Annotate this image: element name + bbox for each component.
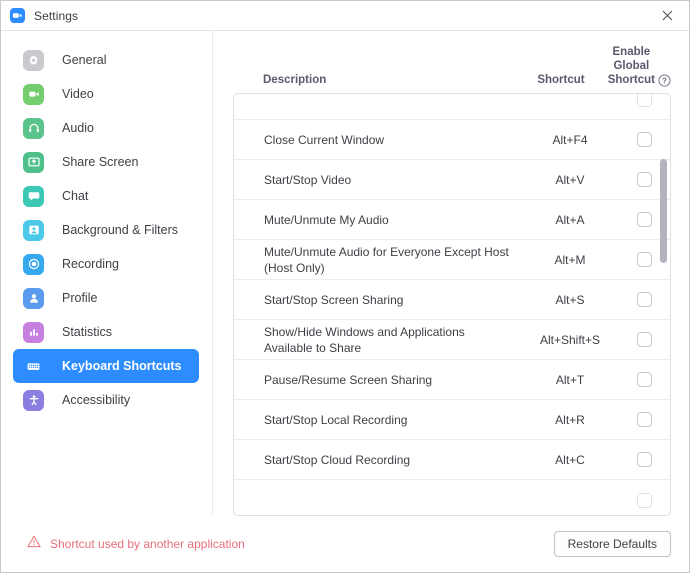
table-row[interactable]: Start/Stop Video Alt+V xyxy=(234,160,670,200)
help-circle-icon[interactable]: ? xyxy=(658,74,671,87)
table-row[interactable]: Mute/Unmute My Audio Alt+A xyxy=(234,200,670,240)
keyboard-icon xyxy=(23,356,44,377)
column-header-line-2: Global xyxy=(613,60,650,72)
sidebar-item-keyboard-shortcuts[interactable]: Keyboard Shortcuts xyxy=(13,349,199,383)
enable-global-shortcut-checkbox[interactable] xyxy=(636,492,652,508)
enable-global-shortcut-checkbox[interactable] xyxy=(636,252,652,267)
title-bar: Settings xyxy=(1,1,689,31)
shortcut-key: Alt+C xyxy=(555,452,585,467)
shortcut-key: Alt+A xyxy=(555,212,585,227)
sidebar-item-background-filters[interactable]: Background & Filters xyxy=(13,213,199,247)
person-frame-icon xyxy=(23,219,44,241)
person-icon xyxy=(23,287,44,309)
shortcut-description: Pause/Resume Screen Sharing xyxy=(264,372,433,387)
main-panel: Description Shortcut Enable Global Short… xyxy=(213,31,689,516)
chat-bubble-icon xyxy=(23,185,44,207)
shortcut-description: Start/Stop Local Recording xyxy=(264,412,408,427)
share-screen-icon xyxy=(23,151,44,173)
sidebar-item-accessibility[interactable]: Accessibility xyxy=(13,383,199,417)
bar-chart-icon xyxy=(23,321,44,343)
table-row[interactable]: Start/Stop Screen Sharing Alt+S xyxy=(234,280,670,320)
enable-global-shortcut-checkbox[interactable] xyxy=(636,292,652,307)
table-row[interactable]: Mute/Unmute Audio for Everyone Except Ho… xyxy=(234,240,670,280)
footer: Shortcut used by another application Res… xyxy=(1,516,689,572)
sidebar-item-label: Audio xyxy=(62,121,94,135)
sidebar-item-audio[interactable]: Audio xyxy=(13,111,199,145)
gear-icon xyxy=(23,49,44,71)
table-row[interactable]: Show/Hide Windows and Applications Avail… xyxy=(234,320,670,360)
column-header-enable-global-shortcut: Enable Global Shortcut ? xyxy=(608,45,671,87)
enable-global-shortcut-checkbox[interactable] xyxy=(636,172,652,187)
enable-global-shortcut-checkbox[interactable] xyxy=(636,212,652,227)
shortcut-description: Show/Hide Windows and Applications Avail… xyxy=(264,324,465,355)
warning-triangle-icon xyxy=(27,535,41,553)
sidebar-item-statistics[interactable]: Statistics xyxy=(13,315,199,349)
enable-global-shortcut-checkbox[interactable] xyxy=(636,412,652,427)
shortcut-key: Alt+Shift+S xyxy=(539,332,601,347)
table-row[interactable] xyxy=(234,94,670,120)
sidebar-item-recording[interactable]: Recording xyxy=(13,247,199,281)
sidebar-item-label: Chat xyxy=(62,189,89,203)
sidebar: General Video Audio Share Screen Chat Backgro… xyxy=(1,31,213,516)
sidebar-item-label: Recording xyxy=(62,257,119,271)
column-header-description: Description xyxy=(263,74,327,86)
table-row[interactable] xyxy=(234,480,670,515)
accessibility-icon xyxy=(23,389,44,411)
enable-global-shortcut-checkbox[interactable] xyxy=(636,372,652,387)
enable-global-shortcut-checkbox[interactable] xyxy=(636,94,652,107)
shortcut-description: Start/Stop Video xyxy=(264,172,352,187)
column-header-shortcut: Shortcut xyxy=(537,74,585,86)
close-icon[interactable] xyxy=(645,1,689,30)
restore-defaults-button[interactable]: Restore Defaults xyxy=(553,531,671,557)
shortcut-key: Alt+R xyxy=(555,412,585,427)
shortcuts-table: Close Current Window Alt+F4 Start/Stop Vid… xyxy=(233,93,671,516)
column-header-line-1: Enable xyxy=(612,46,651,58)
table-row[interactable]: Start/Stop Local Recording Alt+R xyxy=(234,400,670,440)
sidebar-item-label: Share Screen xyxy=(62,155,139,169)
shortcut-description: Start/Stop Cloud Recording xyxy=(264,452,411,467)
shortcuts-table-scroll-area[interactable]: Close Current Window Alt+F4 Start/Stop Vid… xyxy=(234,94,670,515)
shortcut-key: Alt+S xyxy=(555,292,585,307)
sidebar-item-label: Video xyxy=(62,87,94,101)
shortcut-description: Start/Stop Screen Sharing xyxy=(264,292,404,307)
shortcut-description: Mute/Unmute My Audio xyxy=(264,212,389,227)
shortcut-key: Alt+T xyxy=(555,372,585,387)
svg-text:?: ? xyxy=(662,76,667,85)
enable-global-shortcut-checkbox[interactable] xyxy=(636,132,652,147)
video-camera-icon xyxy=(23,83,44,105)
sidebar-item-label: Profile xyxy=(62,291,98,305)
table-scrollbar-thumb[interactable] xyxy=(660,158,667,263)
table-row[interactable]: Close Current Window Alt+F4 xyxy=(234,120,670,160)
warning-text: Shortcut used by another application xyxy=(50,537,245,551)
table-header: Description Shortcut Enable Global Short… xyxy=(233,31,671,93)
sidebar-item-profile[interactable]: Profile xyxy=(13,281,199,315)
shortcut-description: Close Current Window xyxy=(264,132,385,147)
headphones-icon xyxy=(23,117,44,139)
enable-global-shortcut-checkbox[interactable] xyxy=(636,332,652,347)
sidebar-item-general[interactable]: General xyxy=(13,43,199,77)
sidebar-item-label: Background & Filters xyxy=(62,223,179,237)
shortcut-conflict-warning: Shortcut used by another application xyxy=(21,535,245,553)
settings-window: Settings General Video Audio Share Screen Ch… xyxy=(0,0,690,573)
shortcut-description: Mute/Unmute Audio for Everyone Except Ho… xyxy=(264,244,509,275)
shortcut-key: Alt+V xyxy=(555,172,585,187)
window-title: Settings xyxy=(34,8,79,23)
zoom-logo-icon xyxy=(10,8,25,23)
sidebar-item-chat[interactable]: Chat xyxy=(13,179,199,213)
sidebar-item-label: Accessibility xyxy=(62,393,131,407)
sidebar-item-share-screen[interactable]: Share Screen xyxy=(13,145,199,179)
column-header-line-3: Shortcut xyxy=(607,74,655,86)
table-row[interactable]: Pause/Resume Screen Sharing Alt+T xyxy=(234,360,670,400)
sidebar-item-video[interactable]: Video xyxy=(13,77,199,111)
window-body: General Video Audio Share Screen Chat Backgro… xyxy=(1,31,689,516)
table-row[interactable]: Start/Stop Cloud Recording Alt+C xyxy=(234,440,670,480)
record-circle-icon xyxy=(23,253,44,275)
shortcut-key: Alt+F4 xyxy=(552,132,588,147)
shortcut-key: Alt+M xyxy=(554,252,586,267)
table-scrollbar-track[interactable] xyxy=(660,96,667,513)
enable-global-shortcut-checkbox[interactable] xyxy=(636,452,652,467)
sidebar-item-label: General xyxy=(62,53,107,67)
sidebar-item-label: Keyboard Shortcuts xyxy=(62,359,182,373)
sidebar-item-label: Statistics xyxy=(62,325,113,339)
